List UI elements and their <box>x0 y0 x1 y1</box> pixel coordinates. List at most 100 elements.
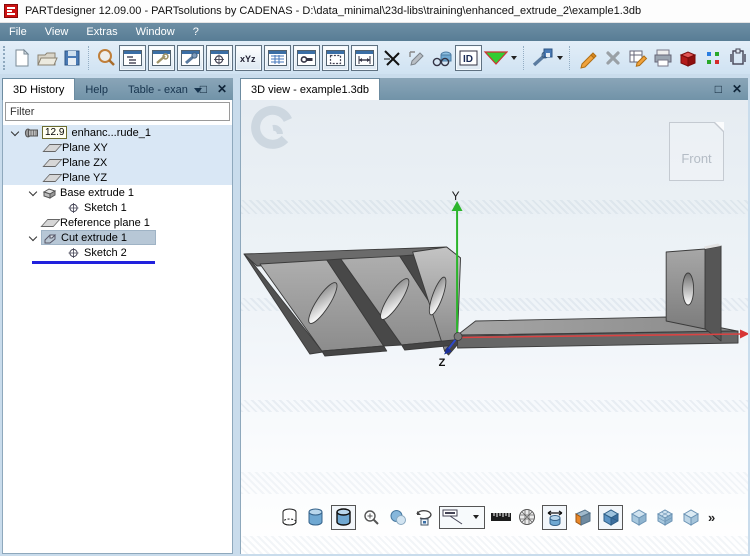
view-toolbar: » <box>279 504 715 530</box>
save-part-icon[interactable] <box>529 46 554 71</box>
dropdown-caret-icon[interactable] <box>557 56 563 60</box>
tree-item-label: enhanc...rude_1 <box>71 127 151 139</box>
new-file-icon[interactable] <box>10 46 35 71</box>
sketcher-window-icon[interactable] <box>206 45 233 71</box>
work-area: 3D History Help Table - exan □ ✕ 12.9 en… <box>0 74 750 556</box>
screw-icon <box>23 128 39 138</box>
link-window-icon[interactable] <box>293 45 320 71</box>
delete-icon[interactable] <box>600 46 625 71</box>
cut-extrude-icon <box>42 232 58 244</box>
arrange-windows-icon[interactable] <box>725 46 750 71</box>
3d-viewport[interactable]: Y Z Front <box>240 100 748 554</box>
chevron-down-icon[interactable] <box>11 127 19 135</box>
tab-3d-view[interactable]: 3D view - example1.3db <box>240 78 380 100</box>
close-panel-button[interactable]: ✕ <box>732 83 742 95</box>
selection-window-icon[interactable] <box>322 45 349 71</box>
left-tab-bar: 3D History Help Table - exan □ ✕ <box>2 78 233 100</box>
main-toolbar: xYz ID <box>0 41 750 76</box>
cylinder-solid-icon[interactable] <box>305 507 326 528</box>
tree-item-root[interactable]: 12.9 enhanc...rude_1 <box>3 125 232 140</box>
tree-item-label: Cut extrude 1 <box>61 232 127 244</box>
tree-item-sketch-1[interactable]: Sketch 1 <box>3 200 232 215</box>
cylinder-wireframe-icon[interactable] <box>279 507 300 528</box>
toolbar-grip[interactable] <box>3 46 7 70</box>
tree-item-plane-xy[interactable]: Plane XY <box>3 140 232 155</box>
app-logo-icon <box>4 4 18 18</box>
tree-item-base-extrude[interactable]: Base extrude 1 <box>3 185 232 200</box>
plane-icon <box>41 219 57 227</box>
svg-text:ID: ID <box>463 54 473 65</box>
front-view-label: Front <box>670 151 723 166</box>
chevron-down-icon[interactable] <box>29 187 37 195</box>
tree-item-plane-yz[interactable]: Plane YZ <box>3 170 232 185</box>
screw-window-icon[interactable] <box>177 45 204 71</box>
view-cube-icon[interactable] <box>675 46 700 71</box>
menu-window[interactable]: Window <box>127 26 184 38</box>
tab-help[interactable]: Help <box>75 80 118 100</box>
menu-view[interactable]: View <box>36 26 78 38</box>
cube-grid-icon[interactable] <box>654 507 675 528</box>
move-sketch-icon[interactable] <box>404 46 429 71</box>
turntable-icon[interactable] <box>413 507 434 528</box>
plane-icon <box>43 159 59 167</box>
view-panel: 3D view - example1.3db □ ✕ <box>240 78 748 554</box>
right-tab-bar: 3D view - example1.3db □ ✕ <box>240 78 748 100</box>
zoom-icon[interactable] <box>93 46 118 71</box>
menu-file[interactable]: File <box>0 26 36 38</box>
plane-icon <box>43 174 59 182</box>
table-window-icon[interactable] <box>264 45 291 71</box>
mesh-icon[interactable] <box>516 507 537 528</box>
insert-marker-icon[interactable] <box>483 46 508 71</box>
history-window-icon[interactable] <box>119 45 146 71</box>
filter-input[interactable] <box>5 102 230 121</box>
cube-transparent-icon[interactable] <box>680 507 701 528</box>
maximize-panel-button[interactable]: □ <box>200 83 207 95</box>
cylinder-outline-button[interactable] <box>331 505 356 530</box>
tree-item-label: Plane YZ <box>62 172 107 184</box>
cube-shaded-button[interactable] <box>598 505 623 530</box>
toolbar-overflow-button[interactable]: » <box>708 510 715 525</box>
tree-item-sketch-2[interactable]: Sketch 2 <box>3 245 232 260</box>
extrude-icon <box>41 187 57 199</box>
tree-item-reference-plane[interactable]: Reference plane 1 <box>3 215 232 230</box>
tree-item-label: Sketch 1 <box>84 202 127 214</box>
edit-icon[interactable] <box>575 46 600 71</box>
variables-window-icon[interactable] <box>148 45 175 71</box>
tab-table[interactable]: Table - exan <box>118 80 212 100</box>
material-face-icon[interactable] <box>572 507 593 528</box>
tree-item-cut-extrude[interactable]: Cut extrude 1 <box>3 230 232 245</box>
history-panel-body: 12.9 enhanc...rude_1 Plane XY Plane ZX P… <box>2 100 233 554</box>
cube-light-icon[interactable] <box>628 507 649 528</box>
dropdown-caret-icon[interactable] <box>511 56 517 60</box>
toolbar-separator <box>88 46 91 70</box>
preview-icon[interactable] <box>429 46 454 71</box>
trim-icon[interactable] <box>379 46 404 71</box>
edit-table-icon[interactable] <box>625 46 650 71</box>
xyz-window-icon[interactable]: xYz <box>235 45 262 71</box>
open-icon[interactable] <box>35 46 60 71</box>
ruler-icon[interactable] <box>490 507 511 528</box>
measure-height-button[interactable] <box>542 505 567 530</box>
app-window: PARTdesigner 12.09.00 - PARTsolutions by… <box>0 0 750 556</box>
save-icon[interactable] <box>60 46 85 71</box>
toolbar-separator <box>569 46 572 70</box>
svg-text:xYz: xYz <box>240 54 256 64</box>
structure-icon[interactable] <box>700 46 725 71</box>
tab-3d-history[interactable]: 3D History <box>2 78 75 100</box>
close-panel-button[interactable]: ✕ <box>217 83 227 95</box>
menu-help[interactable]: ? <box>184 26 208 38</box>
id-toggle[interactable]: ID <box>455 45 482 71</box>
front-view-gizmo[interactable]: Front <box>669 122 724 181</box>
chevron-down-icon[interactable] <box>29 232 37 240</box>
tree-item-label: Base extrude 1 <box>60 187 134 199</box>
tree-item-label: Reference plane 1 <box>60 217 150 229</box>
zoom-fit-icon[interactable] <box>361 507 382 528</box>
maximize-panel-button[interactable]: □ <box>715 83 722 95</box>
sphere-clip-icon[interactable] <box>387 507 408 528</box>
dimensioning-window-icon[interactable] <box>351 45 378 71</box>
dimension-style-button[interactable] <box>439 506 485 529</box>
dropdown-caret-icon <box>473 515 479 519</box>
print-icon[interactable] <box>650 46 675 71</box>
tree-item-plane-zx[interactable]: Plane ZX <box>3 155 232 170</box>
menu-extras[interactable]: Extras <box>77 26 126 38</box>
